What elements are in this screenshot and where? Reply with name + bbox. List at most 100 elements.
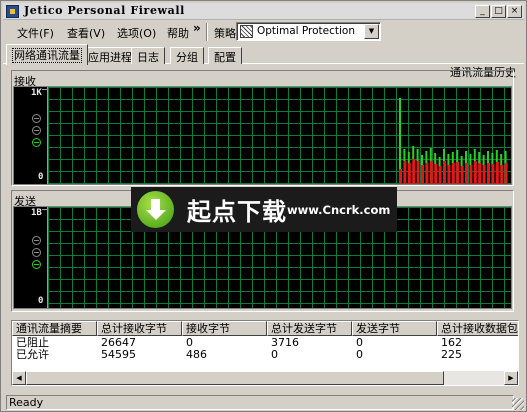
traffic-bar-green bbox=[434, 153, 437, 164]
watermark: 起点下载 www.Cncrk.com bbox=[131, 187, 397, 232]
send-scale-max: 1B bbox=[31, 208, 42, 218]
receive-panel: 接收 1K 0 bbox=[11, 70, 514, 186]
traffic-bar-green bbox=[451, 152, 454, 163]
traffic-bar-red bbox=[465, 163, 468, 184]
table-cell: 486 bbox=[186, 348, 207, 361]
traffic-bar-red bbox=[447, 165, 451, 184]
toolbar-separator bbox=[206, 23, 208, 41]
resize-grip-icon[interactable] bbox=[512, 398, 524, 410]
traffic-bar-green bbox=[460, 156, 463, 166]
traffic-bar-green bbox=[412, 146, 415, 159]
column-header[interactable]: 总计接收数据包 bbox=[437, 321, 518, 336]
column-header[interactable]: 总计发送字节 bbox=[267, 321, 352, 336]
watermark-url: www.Cncrk.com bbox=[287, 203, 391, 217]
menu-bar: 文件(F) 查看(V) 选项(O) 帮助 » 策略 Optimal Protec… bbox=[3, 21, 524, 43]
traffic-bar-green bbox=[443, 149, 445, 161]
window-title: Jetico Personal Firewall bbox=[24, 4, 185, 17]
status-bar: Ready bbox=[3, 394, 524, 410]
traffic-bar-red bbox=[425, 163, 429, 184]
app-icon[interactable] bbox=[6, 5, 19, 18]
traffic-bar-green bbox=[407, 152, 410, 163]
tab-strip: 网络通讯流量 应用进程 日志 分组 配置 bbox=[3, 44, 524, 65]
traffic-bar-green bbox=[425, 151, 428, 163]
table-cell: 0 bbox=[271, 348, 278, 361]
table-cell: 54595 bbox=[101, 348, 136, 361]
traffic-bar-red bbox=[504, 163, 508, 184]
traffic-bar-red bbox=[487, 163, 490, 184]
menu-view[interactable]: 查看(V) bbox=[67, 25, 105, 41]
traffic-bar-red bbox=[399, 169, 402, 184]
policy-value: Optimal Protection bbox=[257, 25, 356, 37]
tab-applications[interactable]: 应用进程 bbox=[82, 47, 138, 64]
scrollbar-thumb[interactable] bbox=[26, 371, 444, 385]
traffic-bar-green bbox=[416, 149, 419, 161]
policy-label: 策略 bbox=[214, 27, 236, 40]
traffic-bar-green bbox=[478, 152, 481, 163]
send-scale-min: 0 bbox=[38, 296, 44, 306]
scroll-right-icon[interactable]: ▶ bbox=[504, 371, 518, 385]
traffic-bar-red bbox=[469, 165, 473, 184]
traffic-bar-red bbox=[421, 165, 424, 184]
traffic-bar-green bbox=[438, 157, 441, 166]
table-row[interactable]: 已允许 54595 486 0 0 225 bbox=[12, 348, 518, 361]
column-header[interactable]: 接收字节 bbox=[182, 321, 267, 336]
menu-file[interactable]: 文件(F) bbox=[17, 25, 54, 41]
menu-options[interactable]: 选项(O) bbox=[117, 25, 156, 41]
traffic-bar-green bbox=[421, 155, 423, 165]
menu-overflow-chevron-icon[interactable]: » bbox=[193, 21, 201, 35]
policy-select[interactable]: Optimal Protection ▼ bbox=[236, 22, 381, 41]
maximize-button[interactable]: □ bbox=[491, 5, 506, 18]
tab-config[interactable]: 配置 bbox=[208, 47, 242, 64]
status-text: Ready bbox=[6, 395, 514, 410]
traffic-bar-green bbox=[456, 150, 459, 162]
traffic-bar-green bbox=[491, 153, 494, 164]
traffic-bar-red bbox=[473, 161, 477, 184]
traffic-bar-red bbox=[500, 165, 504, 184]
table-cell: 已允许 bbox=[16, 348, 49, 361]
zoom-in-icon[interactable] bbox=[32, 236, 41, 245]
traffic-bar-red bbox=[491, 164, 495, 184]
traffic-bar-green bbox=[469, 154, 472, 165]
traffic-bar-red bbox=[407, 163, 411, 184]
traffic-bar-green bbox=[403, 149, 406, 161]
traffic-bar-red bbox=[478, 163, 482, 184]
horizontal-scrollbar[interactable]: ◀ ▶ bbox=[12, 371, 518, 385]
traffic-bar-green bbox=[500, 154, 503, 165]
column-header[interactable]: 总计接收字节 bbox=[97, 321, 182, 336]
menu-help[interactable]: 帮助 bbox=[167, 25, 189, 41]
dropdown-arrow-icon[interactable]: ▼ bbox=[364, 24, 379, 39]
traffic-bar-red bbox=[482, 165, 486, 184]
watermark-text: 起点下载 bbox=[187, 198, 287, 226]
traffic-bar-red bbox=[460, 166, 464, 184]
column-header[interactable]: 通讯流量摘要 bbox=[12, 321, 97, 336]
table-header: 通讯流量摘要 总计接收字节 接收字节 总计发送字节 发送字节 总计接收数据包 bbox=[12, 321, 518, 336]
traffic-bar-green bbox=[482, 155, 485, 165]
traffic-bar-red bbox=[443, 161, 446, 184]
close-button[interactable]: × bbox=[507, 5, 522, 18]
traffic-bar-green bbox=[504, 151, 507, 163]
traffic-bar-red bbox=[451, 163, 455, 184]
send-axis-tick bbox=[42, 209, 47, 210]
tab-groups[interactable]: 分组 bbox=[170, 47, 204, 64]
traffic-bar-red bbox=[456, 162, 460, 184]
tab-network-traffic[interactable]: 网络通讯流量 bbox=[6, 44, 88, 65]
scroll-left-icon[interactable]: ◀ bbox=[12, 371, 26, 385]
traffic-bar-red bbox=[438, 166, 442, 184]
table-cell: 225 bbox=[441, 348, 462, 361]
minimize-button[interactable]: _ bbox=[475, 5, 490, 18]
traffic-bar-red bbox=[403, 161, 407, 184]
traffic-bar-red bbox=[429, 161, 433, 184]
traffic-bar-red bbox=[434, 164, 438, 184]
traffic-summary-table: 通讯流量摘要 总计接收字节 接收字节 总计发送字节 发送字节 总计接收数据包 已… bbox=[11, 320, 519, 386]
traffic-bar-green bbox=[473, 149, 476, 161]
download-arrow-icon bbox=[137, 191, 174, 228]
traffic-bar-red bbox=[412, 159, 416, 184]
policy-icon bbox=[240, 25, 253, 38]
zoom-out-icon[interactable] bbox=[32, 248, 41, 257]
column-header[interactable]: 发送字节 bbox=[352, 321, 437, 336]
traffic-bar-red bbox=[416, 161, 420, 184]
tab-log[interactable]: 日志 bbox=[131, 47, 165, 64]
traffic-bar-green bbox=[495, 150, 498, 162]
title-bar[interactable]: Jetico Personal Firewall _ □ × bbox=[3, 3, 524, 20]
autoscale-icon[interactable] bbox=[32, 260, 41, 269]
